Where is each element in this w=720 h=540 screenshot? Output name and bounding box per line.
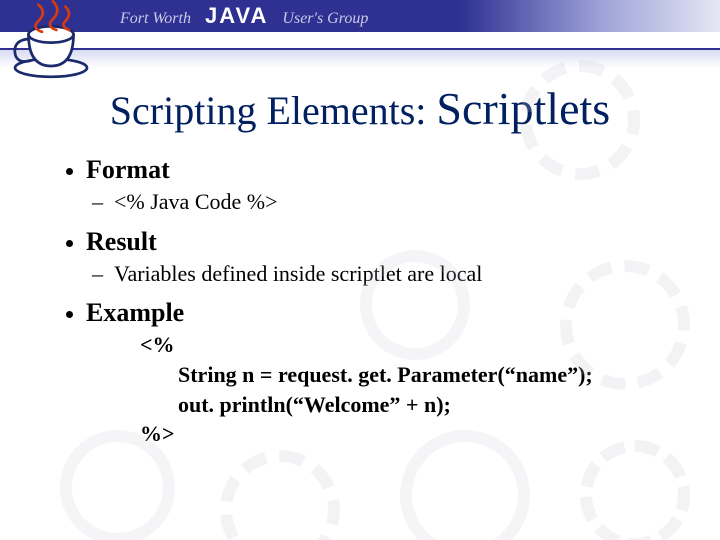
banner-gradient	[460, 0, 720, 32]
title-prefix: Scripting Elements:	[110, 88, 437, 133]
banner-fort-worth: Fort Worth	[120, 10, 191, 28]
bullet-example: Example <% String n = request. get. Para…	[86, 298, 680, 449]
coffee-cup-icon	[6, 0, 96, 84]
example-code-block: <% String n = request. get. Parameter(“n…	[140, 330, 680, 449]
header-band	[0, 50, 720, 68]
slide-body: Format <% Java Code %> Result Variables …	[60, 155, 680, 449]
header-banner: Fort Worth JAVA User's Group	[0, 0, 720, 32]
code-open-tag: <%	[140, 332, 175, 357]
banner-java: JAVA	[205, 3, 268, 29]
bullet-result-item: Variables defined inside scriptlet are l…	[114, 259, 680, 289]
bullet-example-heading: Example	[86, 298, 184, 327]
bullet-result-heading: Result	[86, 227, 157, 256]
bullet-format-heading: Format	[86, 155, 170, 184]
bullet-format-item: <% Java Code %>	[114, 187, 680, 217]
code-line-1: String n = request. get. Parameter(“name…	[140, 360, 680, 390]
banner-text: Fort Worth JAVA User's Group	[120, 3, 368, 29]
title-emphasis: Scriptlets	[436, 83, 610, 134]
code-close-tag: %>	[140, 421, 175, 446]
code-line-2: out. println(“Welcome” + n);	[140, 390, 680, 420]
banner-users-group: User's Group	[282, 10, 368, 28]
slide-title: Scripting Elements: Scriptlets	[0, 82, 720, 135]
bullet-result: Result Variables defined inside scriptle…	[86, 227, 680, 289]
bullet-format: Format <% Java Code %>	[86, 155, 680, 217]
